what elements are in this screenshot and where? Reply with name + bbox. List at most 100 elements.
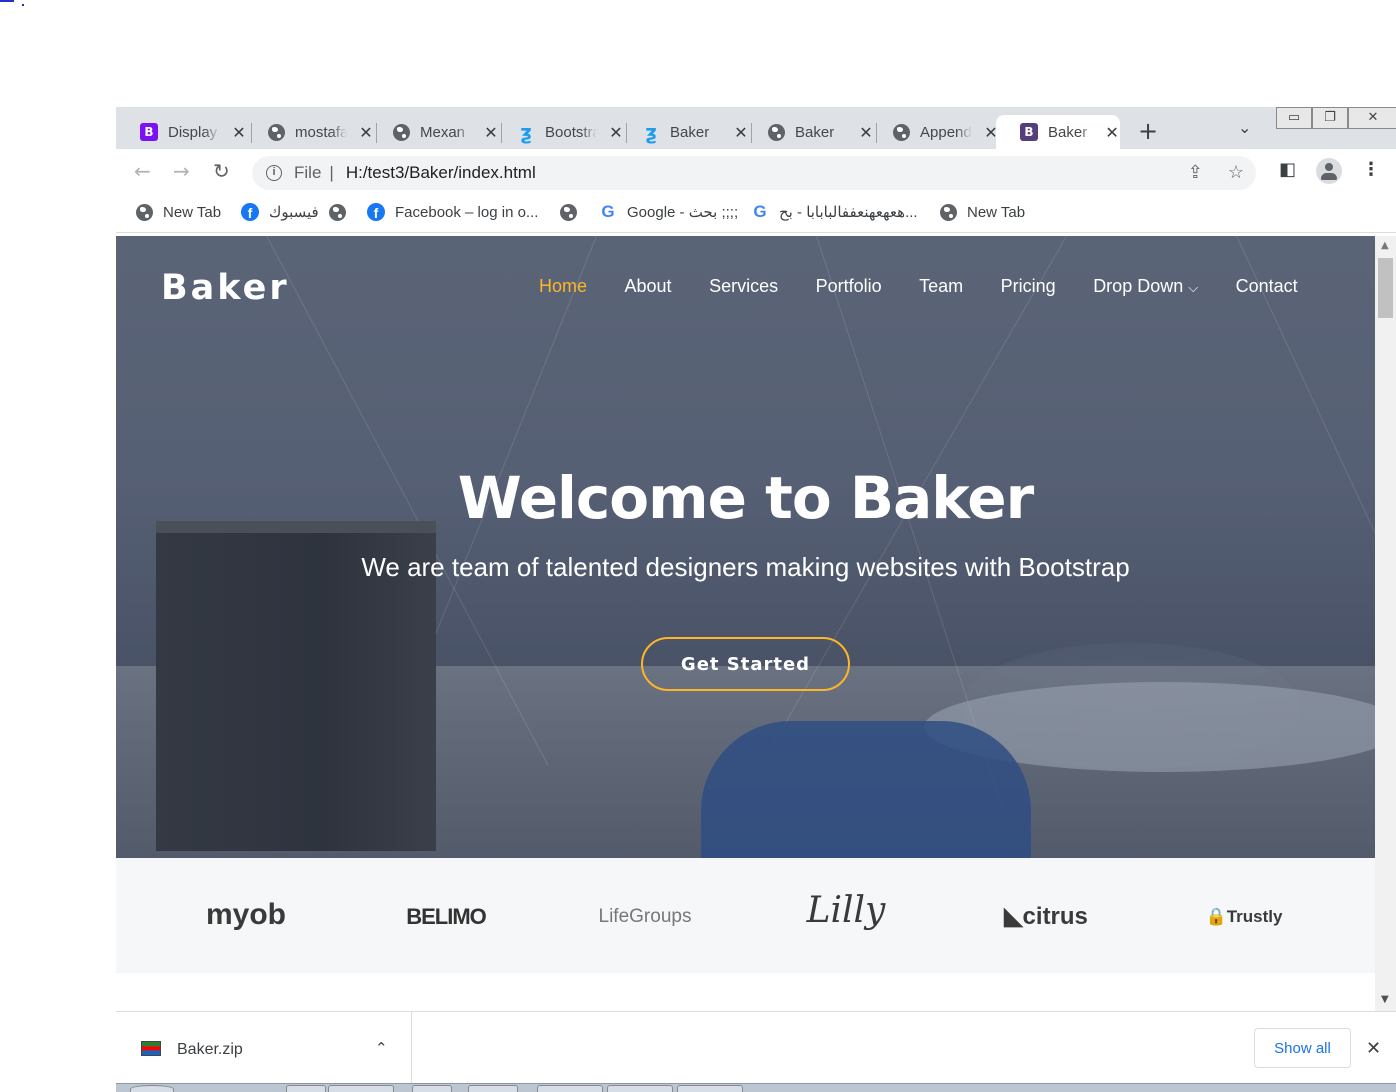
taskbar-start[interactable]	[130, 1085, 174, 1092]
bookmark-new-tab[interactable]: New Tab	[135, 203, 221, 221]
taskbar-item[interactable]	[468, 1085, 518, 1092]
taskbar-item[interactable]	[286, 1085, 326, 1092]
client-logo-trustly-text: Trustly	[1226, 907, 1283, 926]
browser-toolbar: ← → ↻ i File | H:/test3/Baker/index.html…	[116, 149, 1396, 195]
tab-1[interactable]: B Display ✕	[116, 115, 248, 149]
reload-icon[interactable]: ↻	[213, 159, 230, 183]
globe-icon	[767, 123, 785, 141]
show-all-button[interactable]: Show all	[1254, 1028, 1351, 1068]
client-logo-citrus: ◣citrus	[966, 902, 1126, 931]
side-panel-icon[interactable]: ◧	[1279, 159, 1296, 180]
tab-title: Mexan	[420, 123, 466, 141]
bookmark-label: هعهعهنعففالبابابا - بح...	[779, 204, 918, 221]
nav-dropdown[interactable]: Drop Down ⌵	[1093, 276, 1198, 300]
page-viewport: Baker Home About Services Portfolio Team…	[116, 236, 1396, 1011]
address-bar[interactable]: i File | H:/test3/Baker/index.html ⇪ ☆	[252, 156, 1256, 190]
site-nav: Home About Services Portfolio Team Prici…	[539, 276, 1298, 300]
nav-home[interactable]: Home	[539, 276, 587, 300]
bookmark-star-icon[interactable]: ☆	[1228, 162, 1244, 182]
hero-subtitle: We are team of talented designers making…	[361, 552, 1130, 582]
hero-title: Welcome to Baker	[457, 464, 1034, 532]
citrus-mark-icon: ◣	[1004, 903, 1023, 930]
page-scrollbar[interactable]: ▲ ▼	[1375, 236, 1396, 1011]
taskbar-item[interactable]	[328, 1085, 394, 1092]
scroll-up-arrow-icon[interactable]: ▲	[1381, 240, 1389, 251]
backdrop-chair	[701, 721, 1031, 858]
nav-about[interactable]: About	[625, 276, 672, 300]
tab-4[interactable]: ƺ Bootstrap ✕	[493, 115, 625, 149]
url-scheme: File	[294, 163, 322, 182]
taskbar-item[interactable]	[412, 1085, 452, 1092]
tab-8-active[interactable]: B Baker ✕	[996, 115, 1120, 149]
tab-3[interactable]: Mexan ✕	[368, 115, 500, 149]
nav-contact[interactable]: Contact	[1236, 276, 1298, 300]
nav-portfolio[interactable]: Portfolio	[816, 276, 882, 300]
share-icon[interactable]: ⇪	[1188, 162, 1203, 182]
download-filename: Baker.zip	[177, 1041, 243, 1058]
tab-title: mostafa	[295, 123, 347, 141]
os-taskbar	[116, 1083, 1396, 1092]
menu-kebab-icon[interactable]: ⋮	[1362, 159, 1380, 180]
forward-arrow-icon[interactable]: →	[173, 159, 190, 183]
bootstrap-icon: B	[1020, 123, 1038, 141]
bookmarks-bar: New Tab f فيسبوك f Facebook – log in o..…	[116, 195, 1396, 233]
bootstrap-icon: B	[140, 123, 158, 141]
minimize-icon[interactable]: ▭	[1276, 107, 1312, 129]
bookmark-label: Google - بحث ;;;;	[627, 204, 739, 221]
tab-2[interactable]: mostafa ✕	[243, 115, 375, 149]
bookmark-new-tab-2[interactable]: New Tab	[939, 203, 1025, 221]
bookmark-facebook-login[interactable]: f Facebook – log in o...	[367, 203, 538, 221]
omnibox-actions: ⇪ ☆	[1168, 162, 1244, 183]
tailwind-icon: ƺ	[520, 120, 532, 144]
globe-icon	[135, 203, 153, 221]
nav-team[interactable]: Team	[919, 276, 963, 300]
facebook-icon: f	[367, 203, 385, 221]
tab-6[interactable]: Baker ✕	[743, 115, 875, 149]
bookmark-globe[interactable]	[328, 203, 356, 221]
taskbar-item[interactable]	[677, 1085, 743, 1092]
restore-icon[interactable]: ❐	[1312, 107, 1348, 129]
site-logo[interactable]: Baker	[161, 268, 290, 308]
url-divider: |	[329, 163, 334, 182]
globe-icon	[559, 203, 577, 221]
back-arrow-icon[interactable]: ←	[134, 159, 151, 183]
client-logo-belimo: BELIMO	[406, 904, 487, 929]
tab-5[interactable]: ƺ Baker ✕	[618, 115, 750, 149]
download-shelf: Baker.zip ⌃ Show all ✕	[116, 1011, 1396, 1084]
window-close-icon[interactable]: ✕	[1348, 107, 1396, 129]
download-item[interactable]: Baker.zip ⌃	[116, 1012, 412, 1084]
browser-window: B Display ✕ mostafa ✕ Mexan ✕ ƺ Bootstra…	[116, 107, 1396, 1092]
tab-search-chevron-icon[interactable]: ⌄	[1238, 118, 1251, 137]
close-icon[interactable]: ✕	[1366, 1038, 1381, 1059]
tab-title: Append	[920, 123, 972, 141]
new-tab-button[interactable]: +	[1138, 117, 1158, 145]
chevron-up-icon[interactable]: ⌃	[375, 1039, 388, 1057]
stray-mark	[0, 0, 24, 6]
bookmark-google-search-2[interactable]: G هعهعهنعففالبابابا - بح...	[751, 202, 918, 221]
bookmark-globe-2[interactable]	[559, 203, 587, 221]
get-started-button[interactable]: Get Started	[641, 637, 850, 691]
info-icon[interactable]: i	[266, 165, 282, 181]
close-icon[interactable]: ✕	[1104, 123, 1120, 142]
tab-title: Display	[168, 123, 218, 141]
tab-7[interactable]: Append ✕	[868, 115, 1000, 149]
client-logo-lifegroups: LifeGroups	[598, 906, 692, 927]
nav-pricing[interactable]: Pricing	[1001, 276, 1056, 300]
scrollbar-thumb[interactable]	[1378, 258, 1393, 318]
google-icon: G	[753, 202, 767, 221]
bookmark-label: فيسبوك	[269, 204, 319, 221]
taskbar-item[interactable]	[607, 1085, 673, 1092]
bookmark-facebook-ar[interactable]: f فيسبوك	[241, 203, 319, 221]
google-icon: G	[601, 202, 615, 221]
profile-avatar[interactable]	[1316, 158, 1342, 184]
screen: B Display ✕ mostafa ✕ Mexan ✕ ƺ Bootstra…	[0, 0, 1396, 1092]
taskbar-item[interactable]	[537, 1085, 603, 1092]
nav-services[interactable]: Services	[709, 276, 778, 300]
tab-title: Bootstrap	[545, 123, 597, 141]
facebook-icon: f	[241, 203, 259, 221]
scroll-down-arrow-icon[interactable]: ▼	[1381, 994, 1389, 1005]
bookmark-google-search[interactable]: G Google - بحث ;;;;	[599, 202, 739, 221]
client-logo-citrus-text: citrus	[1022, 903, 1088, 930]
lock-icon: 🔒	[1205, 907, 1227, 926]
globe-icon	[267, 123, 285, 141]
